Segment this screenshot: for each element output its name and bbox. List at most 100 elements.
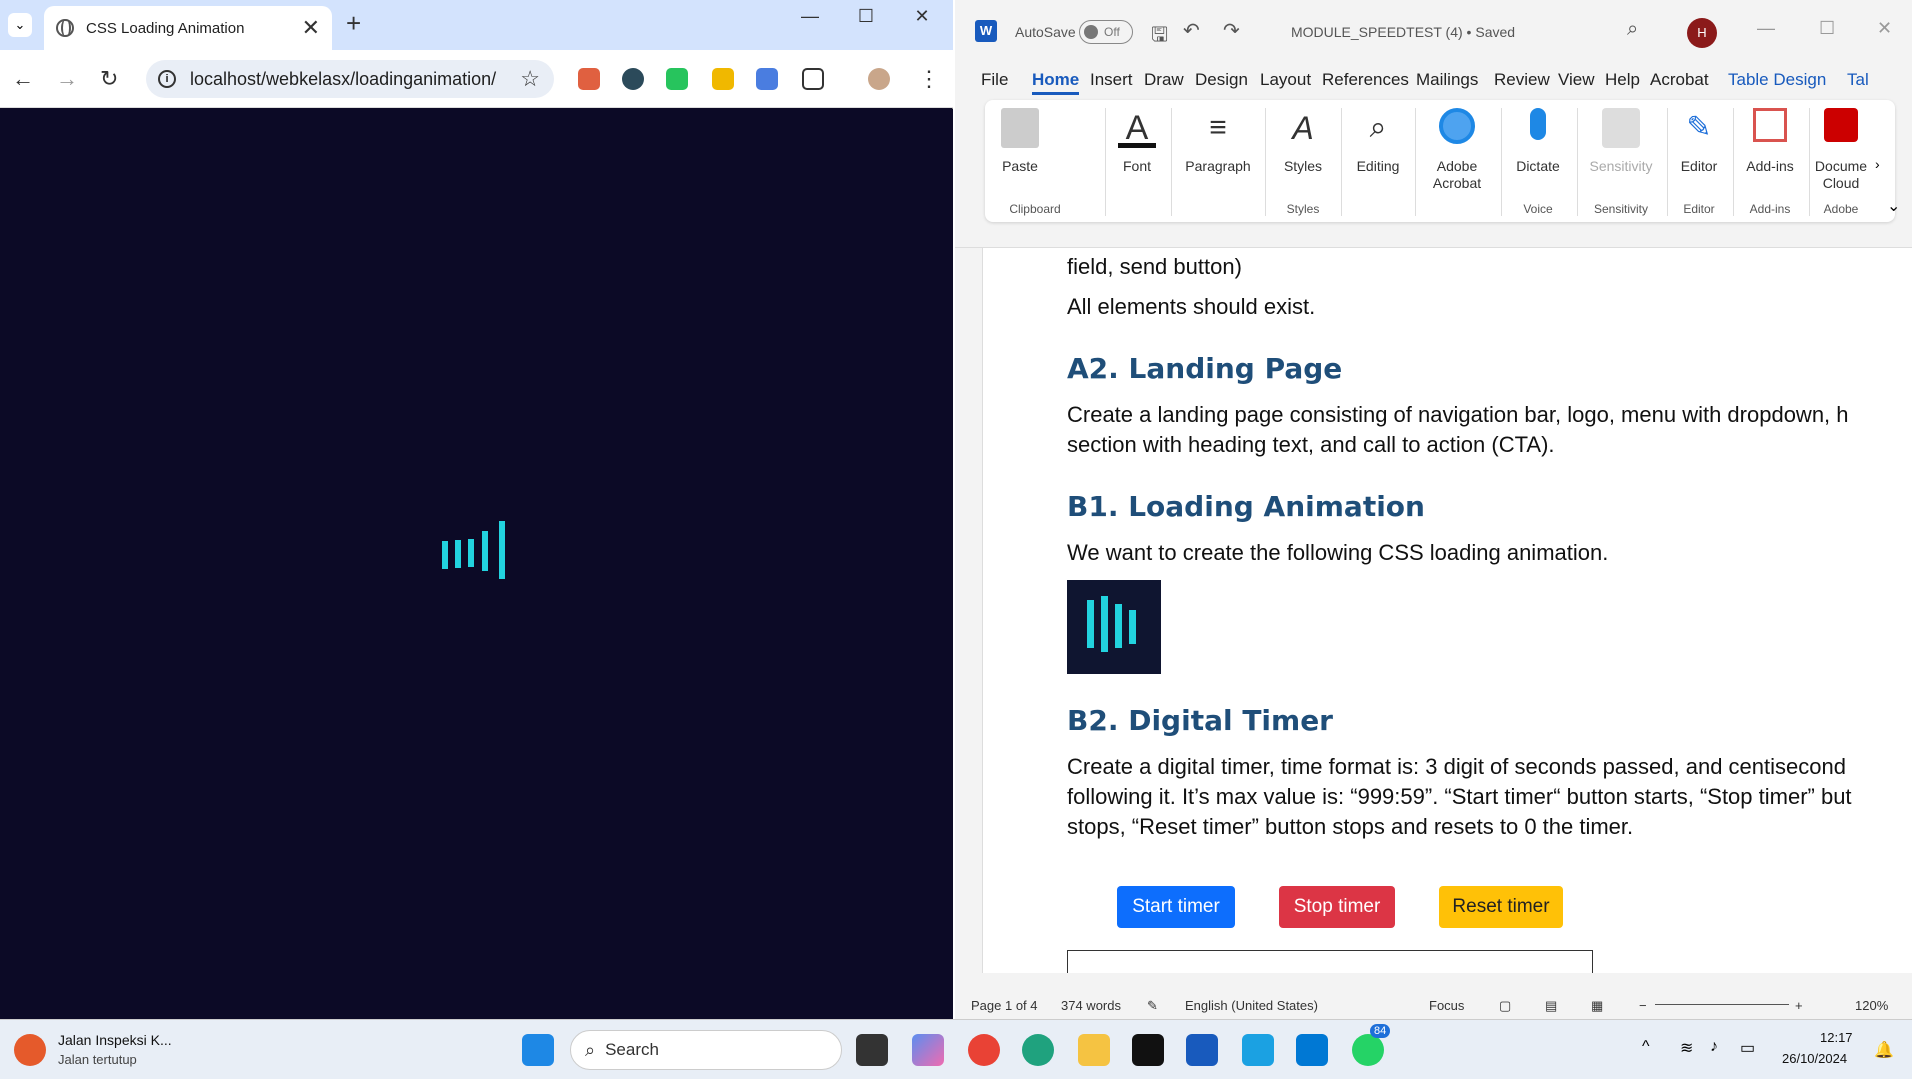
chrome-icon[interactable]: [968, 1034, 1000, 1066]
site-info-icon[interactable]: i: [158, 70, 176, 88]
tab-draw[interactable]: Draw: [1144, 70, 1184, 90]
vpn-extension-icon[interactable]: [622, 68, 644, 90]
tab-file[interactable]: File: [981, 70, 1008, 90]
search-box[interactable]: ⌕ Search: [570, 1030, 842, 1070]
back-icon[interactable]: ←: [12, 66, 34, 92]
extension-icon[interactable]: [578, 68, 600, 90]
chrome-menu-icon[interactable]: ⋮: [918, 66, 940, 92]
read-mode-icon[interactable]: ▢: [1499, 998, 1511, 1014]
tab-help[interactable]: Help: [1605, 70, 1640, 90]
maximize-button[interactable]: ☐: [1819, 18, 1835, 39]
chevron-up-icon[interactable]: ^: [1642, 1038, 1650, 1056]
adobe-acrobat-button[interactable]: Adobe Acrobat: [1417, 100, 1497, 222]
paste-button[interactable]: Paste Clipboard: [985, 100, 1061, 222]
tab-references[interactable]: References: [1322, 70, 1409, 90]
weather-title[interactable]: Jalan Inspeksi K...: [58, 1032, 172, 1048]
styles-button[interactable]: A Styles Styles: [1267, 100, 1339, 222]
add-ins-button[interactable]: Add-ins Add-ins: [1735, 100, 1805, 222]
tab-design[interactable]: Design: [1195, 70, 1248, 90]
tradingview-icon[interactable]: [1132, 1034, 1164, 1066]
tab-home[interactable]: Home: [1032, 70, 1080, 95]
zoom-level[interactable]: 120%: [1855, 998, 1888, 1013]
search-label: Search: [605, 1040, 659, 1059]
horizontal-ruler[interactable]: [955, 226, 1912, 248]
weather-subtitle[interactable]: Jalan tertutup: [58, 1052, 137, 1067]
zoom-in-icon[interactable]: +: [1795, 998, 1803, 1013]
start-icon[interactable]: [522, 1034, 554, 1066]
forward-icon[interactable]: →: [56, 66, 78, 92]
reload-icon[interactable]: ↻: [100, 66, 118, 92]
tab-layout[interactable]: Layout: [1260, 70, 1311, 90]
sensitivity-button[interactable]: Sensitivity Sensitivity: [1579, 100, 1663, 222]
dictate-button[interactable]: Dictate Voice: [1503, 100, 1573, 222]
battery-icon[interactable]: ▭: [1740, 1038, 1755, 1058]
autosave-toggle[interactable]: Off: [1079, 20, 1133, 44]
edge-icon[interactable]: [1022, 1034, 1054, 1066]
browser-tab[interactable]: CSS Loading Animation ✕: [44, 6, 332, 50]
font-button[interactable]: A Font: [1107, 100, 1167, 222]
web-layout-icon[interactable]: ▦: [1591, 998, 1603, 1014]
page-count[interactable]: Page 1 of 4: [971, 998, 1038, 1013]
word-icon[interactable]: [1186, 1034, 1218, 1066]
undo-icon[interactable]: ↶: [1183, 18, 1200, 43]
document-cloud-button[interactable]: Docume Cloud Adobe: [1811, 100, 1871, 222]
paragraph-button[interactable]: ≡ Paragraph: [1173, 100, 1263, 222]
tab-acrobat[interactable]: Acrobat: [1650, 70, 1709, 90]
tab-search-dropdown[interactable]: ⌄: [8, 13, 32, 37]
close-window-button[interactable]: ✕: [1877, 18, 1892, 39]
tab-view[interactable]: View: [1558, 70, 1595, 90]
editor-button[interactable]: ✎ Editor Editor: [1669, 100, 1729, 222]
redo-icon[interactable]: ↷: [1223, 18, 1240, 43]
bookmark-star-icon[interactable]: ☆: [520, 66, 540, 92]
search-icon[interactable]: ⌕: [1627, 18, 1638, 41]
translate-extension-icon[interactable]: [756, 68, 778, 90]
ribbon-scroll-right-icon[interactable]: ›: [1875, 156, 1880, 172]
copilot-icon[interactable]: [912, 1034, 944, 1066]
editing-label: Editing: [1356, 158, 1400, 174]
word-logo-icon: W: [975, 20, 997, 42]
tab-review[interactable]: Review: [1494, 70, 1550, 90]
eye-extension-icon[interactable]: [666, 68, 688, 90]
extensions-puzzle-icon[interactable]: [802, 68, 824, 90]
clock-time[interactable]: 12:17: [1820, 1030, 1853, 1045]
word-count[interactable]: 374 words: [1061, 998, 1121, 1013]
close-tab-icon[interactable]: ✕: [302, 15, 320, 41]
profile-icon[interactable]: [868, 68, 890, 90]
zoom-out-icon[interactable]: −: [1639, 998, 1647, 1013]
tab-table-design[interactable]: Table Design: [1728, 70, 1826, 90]
tab-mailings[interactable]: Mailings: [1416, 70, 1478, 90]
document-title[interactable]: MODULE_SPEEDTEST (4) • Saved: [1291, 24, 1515, 40]
clock-date[interactable]: 26/10/2024: [1782, 1051, 1847, 1066]
document-page[interactable]: field, send button) All elements should …: [983, 248, 1912, 973]
minimize-button[interactable]: —: [790, 6, 830, 27]
loader-bar-4: [482, 531, 488, 571]
address-bar[interactable]: i localhost/webkelasx/loadinganimation/ …: [146, 60, 554, 98]
print-layout-icon[interactable]: ▤: [1545, 998, 1557, 1014]
file-explorer-icon[interactable]: [1078, 1034, 1110, 1066]
editing-button[interactable]: ⌕ Editing: [1343, 100, 1413, 222]
volume-icon[interactable]: ♪: [1710, 1038, 1718, 1056]
proofing-icon[interactable]: ✎: [1147, 998, 1158, 1014]
new-tab-button[interactable]: +: [346, 8, 361, 39]
whatsapp-icon[interactable]: 84: [1352, 1024, 1391, 1066]
ribbon-expand-chevron-icon[interactable]: ⌄: [1887, 196, 1900, 216]
vscode-icon[interactable]: [1296, 1034, 1328, 1066]
language[interactable]: English (United States): [1185, 998, 1318, 1013]
task-view-icon[interactable]: [856, 1034, 888, 1066]
tab-insert[interactable]: Insert: [1090, 70, 1133, 90]
vertical-ruler[interactable]: [955, 248, 983, 973]
wifi-icon[interactable]: ≋: [1680, 1038, 1693, 1058]
zoom-slider[interactable]: [1655, 1004, 1789, 1005]
save-icon[interactable]: 🖫: [1151, 20, 1168, 54]
avatar[interactable]: H: [1687, 18, 1717, 48]
close-window-button[interactable]: ✕: [902, 6, 942, 27]
tab-table-layout[interactable]: Tal: [1847, 70, 1869, 90]
minimize-button[interactable]: —: [1757, 18, 1775, 39]
notebook-extension-icon[interactable]: [712, 68, 734, 90]
focus-button[interactable]: Focus: [1429, 998, 1464, 1013]
doc-line: field, send button): [1067, 254, 1242, 279]
maximize-button[interactable]: ☐: [846, 6, 886, 27]
notification-bell-icon[interactable]: 🔔: [1874, 1040, 1894, 1060]
app-icon[interactable]: [1242, 1034, 1274, 1066]
weather-warning-icon[interactable]: [14, 1034, 46, 1066]
